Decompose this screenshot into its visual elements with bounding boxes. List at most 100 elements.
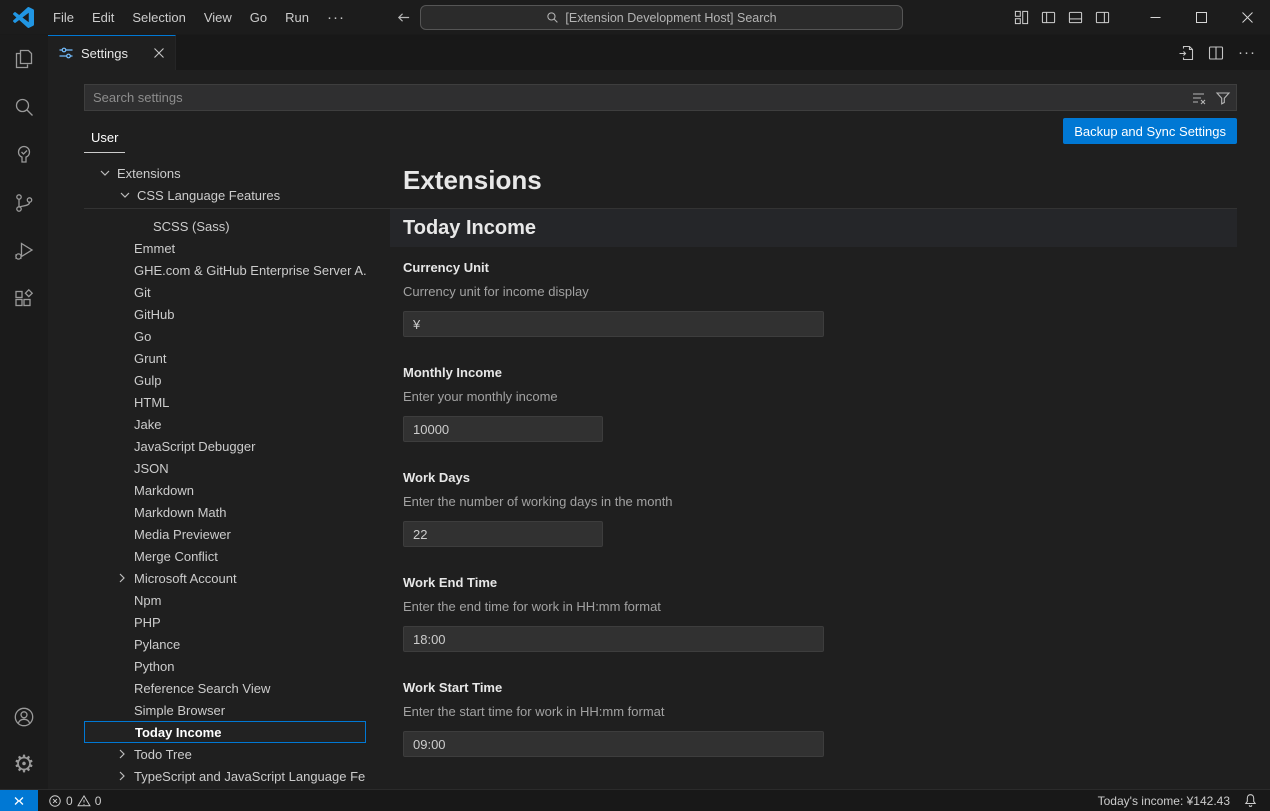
toc-item-label: CSS Language Features <box>137 188 280 203</box>
toc-item-label: Media Previewer <box>134 527 231 542</box>
toc-item-emmet[interactable]: Emmet <box>84 237 366 259</box>
income-status[interactable]: Today's income: ¥142.43 <box>1098 794 1230 808</box>
backup-sync-settings-button[interactable]: Backup and Sync Settings <box>1063 118 1237 144</box>
back-arrow-icon[interactable] <box>396 10 411 25</box>
menu-edit[interactable]: Edit <box>83 6 123 29</box>
setting-description: Enter your monthly income <box>403 389 1237 404</box>
menu-overflow-icon[interactable]: ··· <box>318 5 354 30</box>
settings-search <box>84 84 1237 111</box>
editor-tab-bar: Settings ··· <box>48 35 1270 70</box>
settings-main: Extensions Today Income Currency UnitCur… <box>390 157 1237 789</box>
toc-item-markdown-math[interactable]: Markdown Math <box>84 501 366 523</box>
settings-toc: Extensions CSS Language Features SCSS (S… <box>84 157 366 789</box>
filter-funnel-icon[interactable] <box>1215 90 1231 106</box>
section-header: Today Income <box>390 209 1237 247</box>
toc-item-ghe-com-github-enterprise-server-a[interactable]: GHE.com & GitHub Enterprise Server A... <box>84 259 366 281</box>
split-editor-icon[interactable] <box>1208 45 1224 61</box>
manage-gear-icon[interactable]: ⚙ <box>0 741 48 789</box>
toc-item-markdown[interactable]: Markdown <box>84 479 366 501</box>
toc-item-json[interactable]: JSON <box>84 457 366 479</box>
toc-item-git[interactable]: Git <box>84 281 366 303</box>
command-center-label: [Extension Development Host] Search <box>565 11 776 25</box>
minimize-button[interactable] <box>1132 0 1178 35</box>
toc-item-todo-tree[interactable]: Todo Tree <box>84 743 366 765</box>
toc-item-css-language-features[interactable]: CSS Language Features <box>84 184 366 206</box>
customize-layout-icon[interactable] <box>1014 10 1029 25</box>
toc-item-label: PHP <box>134 615 161 630</box>
setting-description: Enter the number of working days in the … <box>403 494 1237 509</box>
problems-status[interactable]: 0 0 <box>48 794 101 808</box>
menu-run[interactable]: Run <box>276 6 318 29</box>
open-settings-json-icon[interactable] <box>1178 45 1194 61</box>
explorer-icon[interactable] <box>0 35 48 83</box>
remote-indicator[interactable] <box>0 790 38 811</box>
editor-actions: ··· <box>1178 35 1256 70</box>
toc-item-go[interactable]: Go <box>84 325 366 347</box>
toc-item-label: Markdown <box>134 483 194 498</box>
toc-item-merge-conflict[interactable]: Merge Conflict <box>84 545 366 567</box>
settings-search-input[interactable] <box>84 84 1237 111</box>
toc-item-label: Todo Tree <box>134 747 192 762</box>
toc-item-npm[interactable]: Npm <box>84 589 366 611</box>
menu-selection[interactable]: Selection <box>123 6 194 29</box>
more-actions-icon[interactable]: ··· <box>1238 44 1256 61</box>
menu-view[interactable]: View <box>195 6 241 29</box>
toc-item-label: Merge Conflict <box>134 549 218 564</box>
toc-item-reference-search-view[interactable]: Reference Search View <box>84 677 366 699</box>
setting-input-currency-unit[interactable] <box>403 311 824 337</box>
command-center-search[interactable]: [Extension Development Host] Search <box>420 5 903 30</box>
title-bar: File Edit Selection View Go Run ··· [Ext… <box>0 0 1270 35</box>
menu-file[interactable]: File <box>44 6 83 29</box>
menu-go[interactable]: Go <box>241 6 276 29</box>
toc-item-label: Microsoft Account <box>134 571 237 586</box>
toc-item-pylance[interactable]: Pylance <box>84 633 366 655</box>
source-control-icon[interactable] <box>0 179 48 227</box>
chevron-right-icon <box>114 768 130 784</box>
toc-item-github[interactable]: GitHub <box>84 303 366 325</box>
accounts-icon[interactable] <box>0 693 48 741</box>
toc-item-today-income[interactable]: Today Income <box>84 721 366 743</box>
toc-item-python[interactable]: Python <box>84 655 366 677</box>
toc-item-jake[interactable]: Jake <box>84 413 366 435</box>
maximize-button[interactable] <box>1178 0 1224 35</box>
run-debug-icon[interactable] <box>0 227 48 275</box>
clear-search-results-icon[interactable] <box>1191 90 1207 106</box>
toc-item-label: Gulp <box>134 373 161 388</box>
todo-tree-icon[interactable] <box>0 131 48 179</box>
toggle-panel-icon[interactable] <box>1068 10 1083 25</box>
toc-item-extensions[interactable]: Extensions <box>84 162 366 184</box>
toc-item-javascript-debugger[interactable]: JavaScript Debugger <box>84 435 366 457</box>
search-view-icon[interactable] <box>0 83 48 131</box>
settings-scope-row: User Backup and Sync Settings <box>84 111 1237 153</box>
toc-item-php[interactable]: PHP <box>84 611 366 633</box>
toc-item-gulp[interactable]: Gulp <box>84 369 366 391</box>
setting-monthly-income: Monthly IncomeEnter your monthly income <box>403 365 1237 442</box>
activity-bar: ⚙ <box>0 35 48 789</box>
tab-close-icon[interactable] <box>153 47 165 59</box>
toggle-secondary-sidebar-icon[interactable] <box>1095 10 1110 25</box>
extensions-icon[interactable] <box>0 275 48 323</box>
setting-label: Work Start Time <box>403 680 1237 695</box>
settings-search-actions <box>1191 84 1231 111</box>
close-window-button[interactable] <box>1224 0 1270 35</box>
setting-input-work-start-time[interactable] <box>403 731 824 757</box>
toc-item-scss-sass[interactable]: SCSS (Sass) <box>84 215 366 237</box>
setting-input-work-end-time[interactable] <box>403 626 824 652</box>
search-icon <box>546 11 559 24</box>
toc-item-html[interactable]: HTML <box>84 391 366 413</box>
setting-label: Currency Unit <box>403 260 1237 275</box>
toc-item-microsoft-account[interactable]: Microsoft Account <box>84 567 366 589</box>
setting-input-monthly-income[interactable] <box>403 416 603 442</box>
setting-description: Currency unit for income display <box>403 284 1237 299</box>
toggle-primary-sidebar-icon[interactable] <box>1041 10 1056 25</box>
setting-input-work-days[interactable] <box>403 521 603 547</box>
toc-item-typescript-and-javascript-language-fe[interactable]: TypeScript and JavaScript Language Fe... <box>84 765 366 787</box>
tab-user-scope[interactable]: User <box>84 130 125 153</box>
notifications-bell-icon[interactable] <box>1243 793 1258 808</box>
settings-tab[interactable]: Settings <box>48 35 176 70</box>
toc-item-media-previewer[interactable]: Media Previewer <box>84 523 366 545</box>
toc-item-label: Jake <box>134 417 161 432</box>
toc-item-label: Simple Browser <box>134 703 225 718</box>
toc-item-grunt[interactable]: Grunt <box>84 347 366 369</box>
toc-item-simple-browser[interactable]: Simple Browser <box>84 699 366 721</box>
